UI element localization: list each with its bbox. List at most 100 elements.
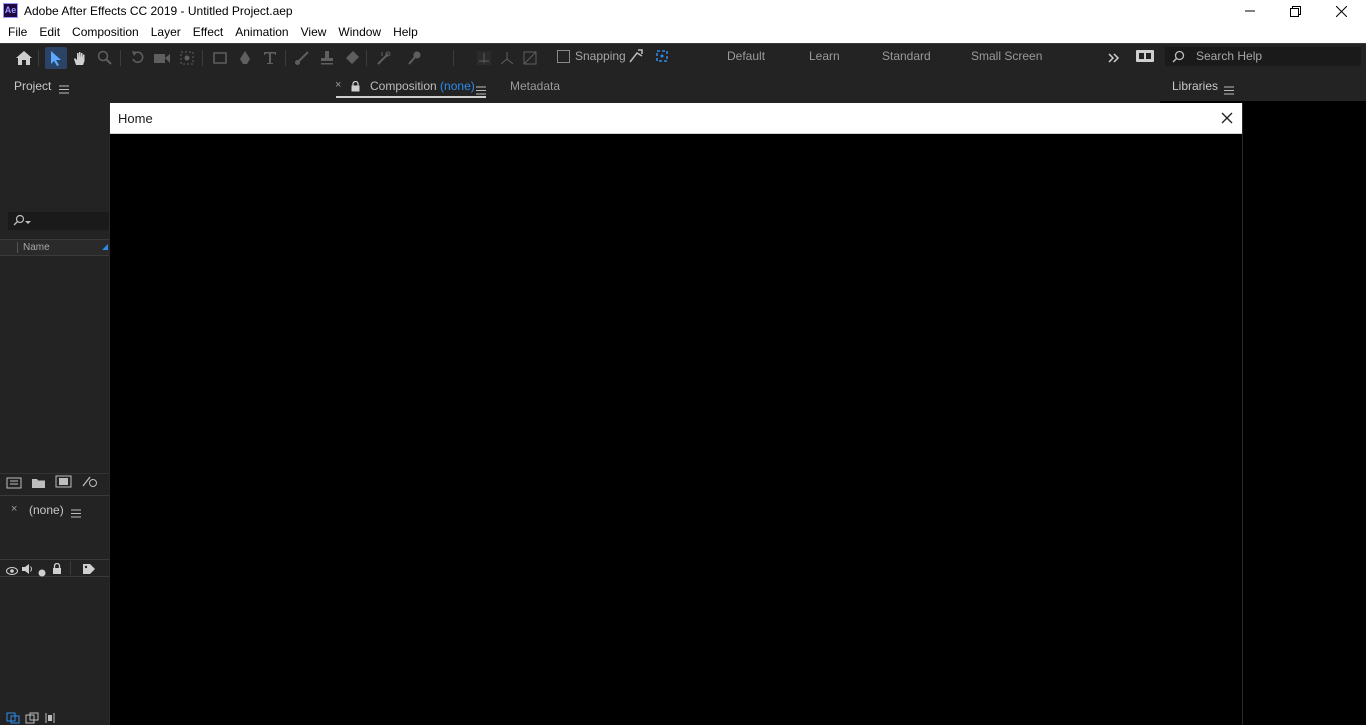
rotation-tool[interactable] <box>127 47 149 69</box>
project-settings-icon[interactable] <box>81 475 99 493</box>
menu-layer[interactable]: Layer <box>145 22 187 43</box>
toolbar-divider <box>285 50 286 66</box>
libraries-tab[interactable]: Libraries <box>1172 79 1218 93</box>
label-tag-icon[interactable] <box>82 562 96 580</box>
name-column-header[interactable]: Name <box>23 242 50 253</box>
type-icon <box>264 52 276 64</box>
render-preview-icon[interactable] <box>25 711 39 725</box>
more-workspaces-icon[interactable] <box>1108 50 1120 68</box>
brush-tool[interactable] <box>291 47 313 69</box>
home-dialog: Home <box>109 103 1243 725</box>
view-axis-mode[interactable] <box>519 47 541 69</box>
pan-behind-icon <box>180 51 194 65</box>
workspace-small-screen[interactable]: Small Screen <box>971 49 1042 63</box>
hand-tool[interactable] <box>69 47 91 69</box>
pan-behind-tool[interactable] <box>176 47 198 69</box>
rectangle-icon <box>213 52 227 64</box>
pen-tool[interactable] <box>234 47 256 69</box>
pin-icon <box>408 51 421 65</box>
toolbar-divider <box>38 50 39 66</box>
window-title: Adobe After Effects CC 2019 - Untitled P… <box>24 4 293 18</box>
interpret-footage-icon[interactable] <box>6 476 22 494</box>
new-composition-icon[interactable] <box>55 475 72 493</box>
project-panel <box>0 71 109 725</box>
snapping-label: Snapping <box>575 49 626 63</box>
minimize-button[interactable] <box>1227 0 1273 22</box>
menu-edit[interactable]: Edit <box>33 22 66 43</box>
panel-menu-icon[interactable] <box>59 81 69 99</box>
graph-editor-icon[interactable] <box>43 711 57 725</box>
workspace-default[interactable]: Default <box>727 49 765 63</box>
search-help-input[interactable] <box>1165 47 1361 66</box>
home-icon <box>16 51 32 65</box>
local-axis-mode[interactable] <box>473 47 495 69</box>
menu-view[interactable]: View <box>295 22 333 43</box>
close-composition-tab-icon[interactable]: × <box>335 79 341 91</box>
menu-file[interactable]: File <box>2 22 33 43</box>
puppet-pin-tool[interactable] <box>404 47 426 69</box>
snap-features-icon[interactable] <box>654 48 670 69</box>
toolbar-divider <box>453 50 454 66</box>
eye-icon[interactable] <box>6 563 18 581</box>
speaker-icon[interactable] <box>21 562 33 580</box>
snapping-checkbox[interactable] <box>557 50 570 63</box>
active-tab-indicator <box>336 96 486 98</box>
magnifier-icon <box>97 50 112 65</box>
restore-icon <box>1289 5 1301 17</box>
pen-icon <box>240 51 250 64</box>
eraser-tool[interactable] <box>341 47 363 69</box>
close-home-button[interactable] <box>1218 109 1236 127</box>
type-tool[interactable] <box>259 47 281 69</box>
toolbar-divider <box>120 50 121 66</box>
search-dropdown-icon[interactable] <box>12 214 32 232</box>
eraser-icon <box>346 51 359 64</box>
rectangle-tool[interactable] <box>209 47 231 69</box>
menu-effect[interactable]: Effect <box>187 22 229 43</box>
edit-workspaces-icon[interactable] <box>1135 49 1155 68</box>
roto-brush-tool[interactable] <box>373 47 395 69</box>
camera-tool[interactable] <box>151 47 173 69</box>
project-tab[interactable]: Project <box>14 79 51 93</box>
solo-icon[interactable] <box>38 564 46 582</box>
world-axis-mode[interactable] <box>496 47 518 69</box>
close-icon <box>1335 5 1347 17</box>
zoom-tool[interactable] <box>94 47 116 69</box>
workspace-learn[interactable]: Learn <box>809 49 840 63</box>
app-root: Ae Adobe After Effects CC 2019 - Untitle… <box>0 0 1366 725</box>
workspace-standard[interactable]: Standard <box>882 49 931 63</box>
menu-animation[interactable]: Animation <box>229 22 294 43</box>
home-dialog-title: Home <box>118 111 153 126</box>
menu-window[interactable]: Window <box>332 22 387 43</box>
metadata-tab[interactable]: Metadata <box>510 79 560 93</box>
camera-icon <box>154 54 170 63</box>
world-axis-icon <box>500 52 514 65</box>
menu-help[interactable]: Help <box>387 22 424 43</box>
close-timeline-icon[interactable]: × <box>11 503 17 515</box>
new-folder-icon[interactable] <box>31 476 46 494</box>
restore-button[interactable] <box>1272 0 1318 22</box>
comp-mini-flowchart-icon[interactable] <box>6 711 20 725</box>
snap-edges-icon[interactable] <box>628 48 644 69</box>
lock-icon[interactable] <box>351 79 360 97</box>
sort-indicator-icon <box>102 244 108 250</box>
view-axis-icon <box>523 51 537 65</box>
minimize-icon <box>1245 10 1255 12</box>
panel-menu-icon[interactable] <box>71 505 81 523</box>
toolbar-divider <box>366 50 367 66</box>
clone-stamp-tool[interactable] <box>316 47 338 69</box>
panel-menu-icon[interactable] <box>1224 82 1234 100</box>
menu-composition[interactable]: Composition <box>66 22 145 43</box>
composition-tab[interactable]: Composition (none) <box>370 79 475 93</box>
lock-icon[interactable] <box>52 562 62 580</box>
column-divider <box>70 561 71 575</box>
home-button[interactable] <box>13 47 35 69</box>
panel-divider <box>0 495 109 496</box>
toolbar-divider <box>202 50 203 66</box>
stamp-icon <box>321 51 333 65</box>
selection-tool[interactable] <box>45 47 67 69</box>
close-window-button[interactable] <box>1318 0 1364 22</box>
arrow-pointer-icon <box>51 51 61 66</box>
column-divider <box>17 242 18 253</box>
close-icon <box>1221 112 1233 124</box>
timeline-tab[interactable]: (none) <box>29 503 64 517</box>
